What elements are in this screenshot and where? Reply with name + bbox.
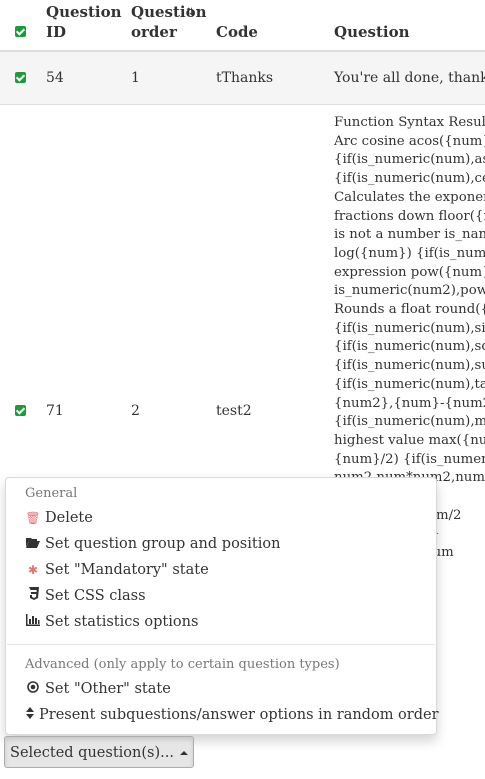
select-all-checkbox[interactable] (15, 26, 26, 37)
sort-icon (25, 703, 35, 727)
header-question[interactable]: Question (334, 22, 410, 42)
header-question-order[interactable]: Question order (131, 2, 207, 42)
question-text-line: {if(is_numeric(num),mi (334, 414, 485, 430)
table-header: Question ID Question order ⇅ Code Questi… (0, 0, 485, 52)
selected-questions-button[interactable]: Selected question(s)... (4, 736, 194, 768)
question-text-line: Arc cosine acos({num} (334, 133, 485, 149)
question-text-line: log({num}) {if(is_nume (334, 245, 485, 261)
folder-open-icon (25, 532, 41, 556)
css3-icon (25, 584, 41, 608)
question-text: You're all done, thanks (334, 70, 485, 86)
row-checkbox[interactable] (15, 72, 26, 83)
trash-icon: 🗑 (25, 511, 41, 525)
question-order: 1 (131, 70, 140, 86)
question-text-line: {num}/2) {if(is_numeri (334, 451, 485, 467)
question-text-line: {if(is_numeric(num),as (334, 152, 485, 168)
question-text-line: {if(is_numeric(num),su (334, 358, 485, 374)
menu-item-set-mandatory[interactable]: ✱ Set "Mandatory" state (25, 558, 209, 582)
question-code: test2 (216, 403, 252, 419)
bar-chart-icon (25, 610, 41, 634)
question-text-line: Function Syntax Result (334, 115, 485, 130)
question-text-line: {num2},{num}-{num2} (334, 395, 485, 411)
menu-item-set-other[interactable]: Set "Other" state (25, 677, 171, 701)
question-text-line: Calculates the exponen (334, 189, 485, 205)
menu-divider (7, 644, 435, 645)
selected-questions-dropdown-menu: General 🗑 Delete Set question group and p… (5, 477, 439, 735)
caret-up-icon (179, 751, 188, 755)
question-text-line: {if(is_numeric(num),sin (334, 320, 485, 336)
question-text-line: {if(is_numeric(num),sq (334, 339, 485, 355)
sort-icon[interactable]: ⇅ (186, 7, 194, 18)
question-text-line: highest value max({num (334, 432, 485, 448)
question-id: 54 (46, 70, 64, 86)
menu-item-random-order[interactable]: Present subquestions/answer options in r… (25, 703, 439, 727)
row-checkbox[interactable] (15, 405, 26, 416)
menu-item-set-css-class[interactable]: Set CSS class (25, 584, 146, 608)
header-question-id[interactable]: Question ID (46, 2, 122, 42)
question-text-line: expression pow({num} (334, 264, 485, 280)
question-text-line: {if(is_numeric(num),tan (334, 376, 485, 392)
dot-circle-icon (25, 677, 41, 701)
question-text-line: Rounds a float round({ (334, 302, 485, 318)
question-text-line: fractions down floor({n (334, 208, 485, 224)
menu-header-general: General (25, 486, 78, 501)
question-id: 71 (46, 403, 64, 419)
menu-header-advanced: Advanced (only apply to certain question… (25, 657, 340, 672)
question-text-line: {if(is_numeric(num),ce (334, 171, 485, 187)
menu-item-set-statistics[interactable]: Set statistics options (25, 610, 198, 634)
table-row[interactable]: 54 1 tThanks You're all done, thanks (0, 52, 485, 105)
question-text-line: is not a number is_nan( (334, 227, 485, 243)
question-text-line: is_numeric(num2),pow( (334, 283, 485, 299)
question-order: 2 (131, 403, 140, 419)
asterisk-icon: ✱ (27, 563, 39, 577)
header-code[interactable]: Code (216, 22, 258, 42)
menu-item-delete[interactable]: 🗑 Delete (25, 506, 92, 530)
question-code: tThanks (216, 70, 274, 86)
menu-item-set-question-group[interactable]: Set question group and position (25, 532, 280, 556)
